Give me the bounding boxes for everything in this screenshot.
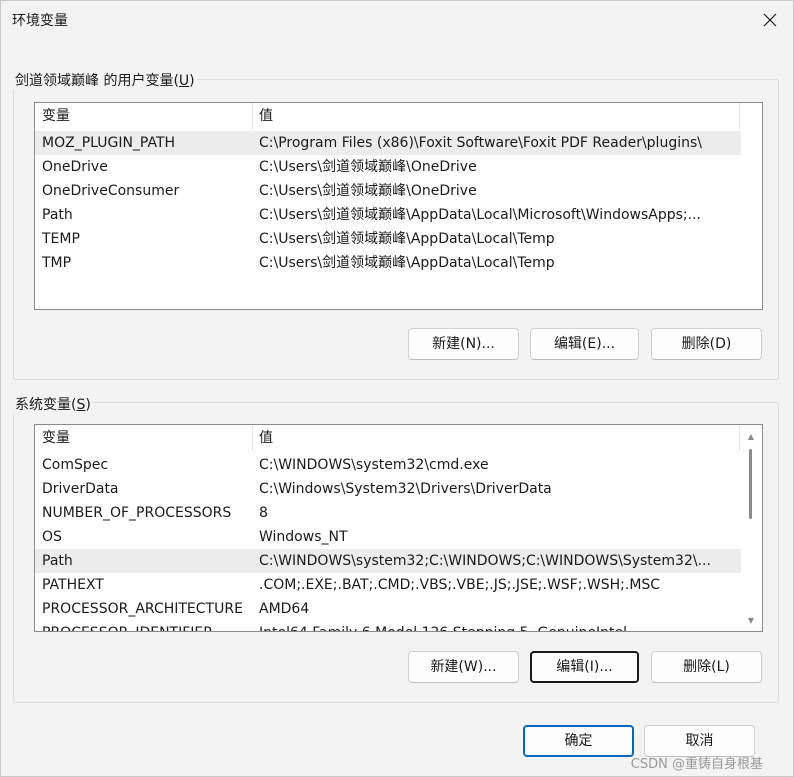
ok-button[interactable]: 确定 bbox=[523, 725, 634, 757]
user-new-button[interactable]: 新建(N)... bbox=[408, 328, 519, 360]
close-icon bbox=[763, 13, 777, 27]
user-variables-label: 剑道领域巅峰 的用户变量(U) bbox=[13, 70, 197, 90]
table-row[interactable]: Path C:\WINDOWS\system32;C:\WINDOWS;C:\W… bbox=[35, 549, 741, 573]
variable-name: OneDriveConsumer bbox=[42, 183, 180, 199]
table-row[interactable]: MOZ_PLUGIN_PATH C:\Program Files (x86)\F… bbox=[35, 131, 741, 155]
variable-name: MOZ_PLUGIN_PATH bbox=[42, 135, 176, 151]
variable-name: DriverData bbox=[42, 481, 119, 497]
variable-value: Intel64 Family 6 Model 126 Stepping 5, G… bbox=[252, 621, 739, 631]
scroll-down-arrow-icon[interactable]: ▼ bbox=[746, 615, 756, 625]
variable-value: 8 bbox=[259, 505, 268, 521]
variable-name: ComSpec bbox=[42, 457, 109, 473]
variable-value: C:\Users\剑道领域巅峰\AppData\Local\Microsoft\… bbox=[259, 207, 701, 223]
variable-value: C:\Users\剑道领域巅峰\OneDrive bbox=[259, 183, 477, 199]
variable-value: AMD64 bbox=[259, 601, 310, 617]
table-row[interactable]: Path C:\Users\剑道领域巅峰\AppData\Local\Micro… bbox=[35, 203, 741, 227]
table-row[interactable]: OneDriveConsumer C:\Users\剑道领域巅峰\OneDriv… bbox=[35, 179, 741, 203]
variable-value: C:\WINDOWS\system32\cmd.exe bbox=[259, 457, 489, 473]
vertical-scrollbar[interactable]: ▲ ▼ bbox=[740, 425, 762, 631]
table-row[interactable]: OneDrive C:\Users\剑道领域巅峰\OneDrive bbox=[35, 155, 741, 179]
table-row[interactable]: PROCESSOR_ARCHITECTURE AMD64 bbox=[35, 597, 741, 621]
variable-name: OS bbox=[42, 529, 62, 545]
system-delete-button[interactable]: 删除(L) bbox=[651, 651, 762, 683]
table-row[interactable]: PROCESSOR_IDENTIFIER Intel64 Family 6 Mo… bbox=[35, 621, 741, 631]
title-bar: 环境变量 bbox=[1, 1, 793, 39]
variable-value: C:\Program Files (x86)\Foxit Software\Fo… bbox=[259, 135, 702, 151]
column-header-variable[interactable]: 变量 bbox=[35, 425, 252, 451]
column-header-value[interactable]: 值 bbox=[252, 103, 739, 129]
system-variables-label: 系统变量(S) bbox=[13, 394, 93, 414]
user-variables-list[interactable]: 变量 值 MOZ_PLUGIN_PATH C:\Program Files (x… bbox=[34, 102, 763, 310]
window-title: 环境变量 bbox=[12, 13, 68, 29]
watermark: CSDN @重铸自身根基 bbox=[630, 757, 763, 772]
user-edit-button[interactable]: 编辑(E)... bbox=[530, 328, 639, 360]
variable-name: OneDrive bbox=[42, 159, 108, 175]
scrollbar-thumb[interactable] bbox=[749, 449, 752, 519]
variable-name: NUMBER_OF_PROCESSORS bbox=[42, 505, 232, 521]
variable-name: PROCESSOR_ARCHITECTURE bbox=[42, 601, 243, 617]
close-button[interactable] bbox=[747, 1, 793, 39]
column-header-value[interactable]: 值 bbox=[252, 425, 739, 451]
table-row[interactable]: TMP C:\Users\剑道领域巅峰\AppData\Local\Temp bbox=[35, 251, 741, 275]
column-header-variable[interactable]: 变量 bbox=[35, 103, 252, 129]
system-new-button[interactable]: 新建(W)... bbox=[408, 651, 519, 683]
list-header: 变量 值 bbox=[35, 425, 762, 451]
variable-name: TMP bbox=[42, 255, 72, 271]
variable-name: Path bbox=[42, 553, 73, 569]
user-delete-button[interactable]: 删除(D) bbox=[651, 328, 762, 360]
scroll-up-arrow-icon[interactable]: ▲ bbox=[746, 431, 756, 441]
list-header: 变量 值 bbox=[35, 103, 762, 129]
table-row[interactable]: NUMBER_OF_PROCESSORS 8 bbox=[35, 501, 741, 525]
column-divider[interactable] bbox=[739, 103, 740, 129]
variable-name: Path bbox=[42, 207, 73, 223]
variable-value: C:\Users\剑道领域巅峰\AppData\Local\Temp bbox=[259, 255, 555, 271]
variable-value: C:\Windows\System32\Drivers\DriverData bbox=[259, 481, 552, 497]
table-row[interactable]: TEMP C:\Users\剑道领域巅峰\AppData\Local\Temp bbox=[35, 227, 741, 251]
variable-value: .COM;.EXE;.BAT;.CMD;.VBS;.VBE;.JS;.JSE;.… bbox=[259, 577, 661, 593]
variable-value: C:\WINDOWS\system32;C:\WINDOWS;C:\WINDOW… bbox=[259, 553, 711, 569]
variable-value: Windows_NT bbox=[259, 529, 348, 545]
variable-name: PROCESSOR_IDENTIFIER bbox=[35, 621, 252, 631]
table-row[interactable]: OS Windows_NT bbox=[35, 525, 741, 549]
variable-value: C:\Users\剑道领域巅峰\AppData\Local\Temp bbox=[259, 231, 555, 247]
variable-value: C:\Users\剑道领域巅峰\OneDrive bbox=[259, 159, 477, 175]
table-row[interactable]: DriverData C:\Windows\System32\Drivers\D… bbox=[35, 477, 741, 501]
system-edit-button[interactable]: 编辑(I)... bbox=[530, 651, 639, 683]
table-row[interactable]: PATHEXT .COM;.EXE;.BAT;.CMD;.VBS;.VBE;.J… bbox=[35, 573, 741, 597]
variable-name: PATHEXT bbox=[42, 577, 104, 593]
table-row[interactable]: ComSpec C:\WINDOWS\system32\cmd.exe bbox=[35, 453, 741, 477]
system-variables-list[interactable]: 变量 值 ComSpec C:\WINDOWS\system32\cmd.exe… bbox=[34, 424, 763, 632]
variable-name: TEMP bbox=[42, 231, 80, 247]
environment-variables-dialog: 环境变量 剑道领域巅峰 的用户变量(U) 变量 值 MOZ_PLUGIN_PAT… bbox=[0, 0, 794, 777]
